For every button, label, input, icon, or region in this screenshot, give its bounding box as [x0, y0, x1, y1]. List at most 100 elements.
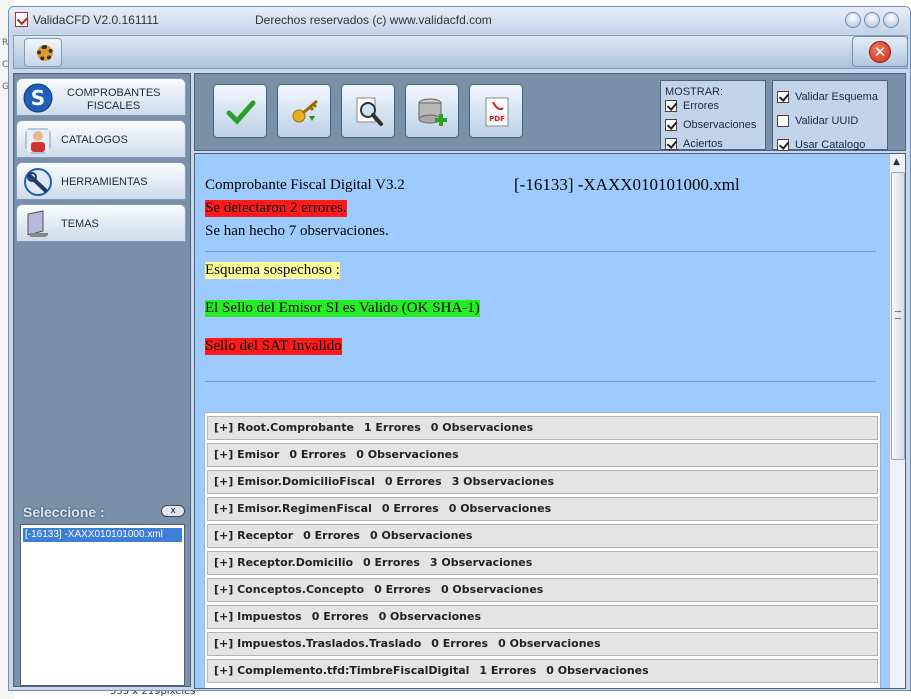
node-observations: 0 Observaciones [430, 421, 534, 434]
validar-options: Validar Esquema Validar UUID Usar Catalo… [772, 80, 888, 153]
minimize-button[interactable] [845, 12, 861, 28]
node-observations: 0 Observaciones [356, 448, 459, 461]
close-app-button[interactable]: ✕ [852, 36, 908, 67]
scroll-thumb[interactable] [891, 172, 905, 460]
node-observations: 3 Observaciones [429, 556, 533, 569]
validar-esquema-checkbox[interactable]: Validar Esquema [777, 89, 878, 105]
sidebar-item-label: COMPROBANTES [67, 87, 161, 99]
sidebar-item-label: HERRAMIENTAS [61, 176, 148, 188]
sidebar-item-label-2: FISCALES [87, 100, 141, 112]
node-row[interactable]: [+] Emisor.RegimenFiscal 0 Errores 0 Obser… [207, 497, 878, 521]
checkbox-label: Errores [683, 100, 720, 112]
doc-type: Comprobante Fiscal Digital V3.2 [205, 177, 405, 193]
window-close-button[interactable] [883, 12, 899, 28]
validation-report: Comprobante Fiscal Digital V3.2 [-16133]… [194, 153, 906, 689]
checkbox-label: Validar UUID [795, 115, 859, 127]
node-row[interactable]: [+] Emisor.DomicilioFiscal 0 Errores 3 Obs… [207, 470, 878, 494]
search-button[interactable] [341, 84, 395, 138]
svg-text:S: S [31, 86, 45, 110]
sidebar-item-temas[interactable]: TEMAS [16, 204, 186, 242]
node-errors: 0 Errores [431, 637, 489, 650]
validate-button[interactable] [213, 84, 267, 138]
node-name: [+] Impuestos [214, 610, 302, 623]
database-add-button[interactable] [405, 84, 459, 138]
node-observations: 3 Observaciones [451, 475, 555, 488]
node-row[interactable]: [+] Complemento.tfd:TimbreFiscalDigital 1… [207, 659, 878, 683]
title-bar[interactable]: ValidaCFD V2.0.161111 Derechos reservado… [9, 7, 910, 33]
tools-icon [24, 168, 52, 196]
sidebar-item-comprobantes[interactable]: S COMPROBANTES FISCALES [16, 78, 186, 116]
checkbox-label: Aciertos [683, 138, 723, 150]
grip-icon [895, 311, 901, 319]
pdf-button[interactable]: PDF [469, 84, 523, 138]
sidebar-item-label: TEMAS [61, 218, 99, 230]
sidebar-item-catalogos[interactable]: CATALOGOS [16, 120, 186, 158]
node-observations: 0 Observaciones [378, 610, 481, 623]
checkbox-checked[interactable] [777, 139, 789, 152]
observations-message: Se han hecho 7 observaciones. [205, 223, 389, 239]
main-toolbar: PDF MOSTRAR: Errores Observaciones Acier… [194, 73, 906, 153]
node-row[interactable]: [+] Root.Comprobante 1 Errores 0 Observaci… [207, 416, 878, 440]
usar-catalogo-checkbox[interactable]: Usar Catalogo [777, 137, 865, 153]
scroll-up-arrow-icon[interactable]: ▲ [893, 157, 900, 167]
checkbox-label: Usar Catalogo [795, 139, 866, 151]
aciertos-checkbox[interactable]: Aciertos [665, 136, 723, 152]
pdf-icon: PDF [485, 97, 509, 127]
node-errors: 0 Errores [311, 610, 369, 623]
settings-button[interactable] [24, 38, 62, 67]
app-window: ValidaCFD V2.0.161111 Derechos reservado… [8, 6, 911, 691]
gear-icon [37, 45, 53, 61]
node-name: [+] Receptor [214, 529, 294, 542]
schema-message: Esquema sospechoso : [205, 262, 340, 279]
key-button[interactable] [277, 84, 331, 138]
database-add-icon [418, 98, 447, 126]
seleccione-close-button[interactable]: x [161, 505, 185, 517]
errores-checkbox[interactable]: Errores [665, 98, 719, 114]
node-name: [+] Conceptos.Concepto [214, 583, 365, 596]
node-row[interactable]: [+] Emisor 0 Errores 0 Observaciones [207, 443, 878, 467]
file-list[interactable]: [-16133] -XAXX010101000.xml [20, 524, 185, 686]
emisor-seal-message: El Sello del Emisor SI es Valido (OK SHA… [205, 300, 480, 317]
monitor-icon [27, 210, 48, 237]
checkbox-unchecked[interactable] [777, 115, 789, 128]
maximize-button[interactable] [864, 12, 880, 28]
node-errors: 0 Errores [303, 529, 360, 542]
svg-text:PDF: PDF [489, 115, 505, 123]
vertical-scrollbar[interactable]: ▲ [889, 154, 905, 688]
node-name: [+] Complemento.tfd:TimbreFiscalDigital [214, 664, 470, 677]
node-row[interactable]: [+] Receptor 0 Errores 0 Observaciones [207, 524, 878, 548]
node-errors: 0 Errores [374, 583, 431, 596]
sat-seal-message: Sello del SAT Invalido [205, 338, 342, 355]
errors-message: Se detectaron 2 errores. [205, 200, 347, 217]
seleccione-label: Seleccione : [23, 504, 105, 520]
node-row[interactable]: [+] Impuestos.Traslados.Traslado 0 Errore… [207, 632, 878, 656]
node-name: [+] Receptor.Domicilio [214, 556, 354, 569]
node-row[interactable]: [+] Receptor.Domicilio 0 Errores 3 Observa… [207, 551, 878, 575]
checkbox-label: Observaciones [683, 119, 757, 131]
key-icon [292, 99, 318, 123]
node-name: [+] Emisor.RegimenFiscal [214, 502, 372, 515]
person-icon [25, 128, 51, 154]
divider [205, 251, 876, 252]
node-observations: 0 Observaciones [440, 583, 544, 596]
observaciones-checkbox[interactable]: Observaciones [665, 117, 756, 133]
checkbox-checked[interactable] [665, 138, 677, 151]
list-item[interactable]: [-16133] -XAXX010101000.xml [23, 528, 182, 542]
validar-uuid-checkbox[interactable]: Validar UUID [777, 113, 858, 129]
node-errors: 0 Errores [381, 502, 439, 515]
nodes-panel: [+] Root.Comprobante 1 Errores 0 Observaci… [204, 412, 881, 688]
app-icon [15, 12, 28, 27]
window-title: ValidaCFD V2.0.161111 [33, 13, 159, 27]
node-observations: 0 Observaciones [498, 637, 601, 650]
node-name: [+] Impuestos.Traslados.Traslado [214, 637, 422, 650]
checkbox-checked[interactable] [665, 119, 677, 132]
checkbox-checked[interactable] [665, 100, 677, 113]
node-name: [+] Emisor [214, 448, 280, 461]
top-toolbar: ✕ [13, 35, 908, 69]
node-row[interactable]: [+] Conceptos.Concepto 0 Errores 0 Observa… [207, 578, 878, 602]
mostrar-options: MOSTRAR: Errores Observaciones Aciertos [660, 80, 766, 152]
node-row[interactable]: [+] Impuestos 0 Errores 0 Observaciones [207, 605, 878, 629]
checkbox-checked[interactable] [777, 91, 789, 104]
sidebar-item-label: CATALOGOS [61, 134, 128, 146]
sidebar-item-herramientas[interactable]: HERRAMIENTAS [16, 162, 186, 200]
